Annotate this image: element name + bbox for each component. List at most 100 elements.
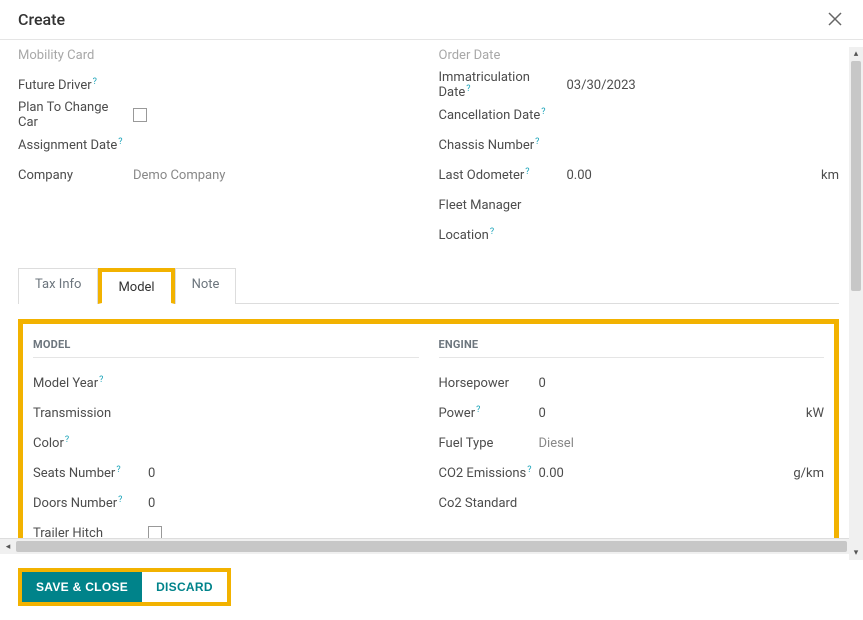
- tab-note[interactable]: Note: [175, 268, 237, 304]
- close-button[interactable]: [827, 11, 845, 29]
- help-icon[interactable]: ?: [99, 375, 103, 385]
- model-section: MODEL Model Year? Transmission Color?: [33, 338, 419, 538]
- order-date-label: Order Date: [439, 48, 554, 63]
- trailer-hitch-checkbox[interactable]: [148, 526, 162, 538]
- chassis-number-row: Chassis Number?: [439, 130, 840, 160]
- save-and-close-button[interactable]: Save & Close: [22, 572, 142, 602]
- model-tab-panel: MODEL Model Year? Transmission Color?: [18, 319, 839, 538]
- color-label: Color?: [33, 436, 148, 451]
- trailer-hitch-label: Trailer Hitch: [33, 526, 148, 539]
- scroll-down-icon[interactable]: ▾: [849, 546, 863, 560]
- co2-emissions-unit: g/km: [785, 466, 824, 481]
- plan-to-change-car-checkbox[interactable]: [133, 108, 147, 122]
- company-value[interactable]: Demo Company: [133, 168, 419, 183]
- co2-standard-label: Co2 Standard: [439, 496, 539, 511]
- footer-buttons: Save & Close Discard: [18, 568, 231, 606]
- help-icon[interactable]: ?: [118, 137, 122, 147]
- engine-section: ENGINE Horsepower 0 Power? 0 kW: [439, 338, 825, 538]
- last-odometer-label: Last Odometer?: [439, 168, 567, 183]
- engine-section-title: ENGINE: [439, 338, 825, 358]
- fleet-manager-row: Fleet Manager: [439, 190, 840, 220]
- cancellation-date-row: Cancellation Date?: [439, 100, 840, 130]
- help-icon[interactable]: ?: [527, 465, 531, 475]
- vertical-scrollbar-thumb[interactable]: [851, 61, 861, 291]
- help-icon[interactable]: ?: [466, 84, 470, 94]
- modal-header: Create: [0, 0, 863, 40]
- company-row: Company Demo Company: [18, 160, 419, 190]
- color-row: Color?: [33, 428, 419, 458]
- power-input[interactable]: 0: [539, 406, 546, 421]
- cancellation-date-label: Cancellation Date?: [439, 108, 567, 123]
- help-icon[interactable]: ?: [525, 167, 529, 177]
- help-icon[interactable]: ?: [65, 435, 69, 445]
- left-column: Mobility Card Future Driver? Plan To Cha…: [18, 40, 419, 250]
- assignment-date-row: Assignment Date?: [18, 130, 419, 160]
- last-odometer-row: Last Odometer? 0.00 km: [439, 160, 840, 190]
- chassis-number-label: Chassis Number?: [439, 138, 567, 153]
- co2-emissions-input[interactable]: 0.00: [539, 466, 564, 481]
- fuel-type-row: Fuel Type Diesel: [439, 428, 825, 458]
- future-driver-row: Future Driver?: [18, 70, 419, 100]
- doors-number-label: Doors Number?: [33, 496, 148, 511]
- create-modal: Create Mobility Card Future Driver?: [0, 0, 863, 620]
- help-icon[interactable]: ?: [541, 107, 545, 117]
- last-odometer-unit: km: [813, 168, 839, 183]
- transmission-row: Transmission: [33, 398, 419, 428]
- seats-number-input[interactable]: 0: [148, 466, 419, 481]
- mobility-card-row: Mobility Card: [18, 40, 419, 70]
- power-unit: kW: [798, 406, 824, 421]
- right-column: Order Date Immatriculation Date? 03/30/2…: [439, 40, 840, 250]
- tabs: Tax Info Model Note: [18, 268, 839, 304]
- immatriculation-date-label: Immatriculation Date?: [439, 70, 567, 100]
- tab-tax-info[interactable]: Tax Info: [18, 268, 98, 304]
- assignment-date-label: Assignment Date?: [18, 138, 133, 153]
- modal-footer: Save & Close Discard: [0, 554, 863, 620]
- location-label: Location?: [439, 228, 567, 243]
- help-icon[interactable]: ?: [476, 405, 480, 415]
- company-label: Company: [18, 168, 133, 183]
- help-icon[interactable]: ?: [118, 495, 122, 505]
- seats-number-label: Seats Number?: [33, 466, 148, 481]
- co2-emissions-label: CO2 Emissions?: [439, 466, 539, 481]
- power-row: Power? 0 kW: [439, 398, 825, 428]
- fuel-type-input[interactable]: Diesel: [539, 436, 825, 451]
- seats-number-row: Seats Number? 0: [33, 458, 419, 488]
- scrollbar-thumb[interactable]: [16, 541, 847, 552]
- horizontal-scrollbar[interactable]: ◂ ▸: [0, 538, 863, 554]
- help-icon[interactable]: ?: [535, 137, 539, 147]
- scroll-up-icon[interactable]: ▴: [849, 47, 863, 61]
- location-row: Location?: [439, 220, 840, 250]
- horsepower-label: Horsepower: [439, 376, 539, 391]
- trailer-hitch-row: Trailer Hitch: [33, 518, 419, 538]
- fleet-manager-label: Fleet Manager: [439, 198, 567, 213]
- model-year-row: Model Year?: [33, 368, 419, 398]
- immatriculation-date-input[interactable]: 03/30/2023: [567, 78, 840, 93]
- model-section-title: MODEL: [33, 338, 419, 358]
- discard-button[interactable]: Discard: [142, 572, 227, 602]
- co2-standard-row: Co2 Standard: [439, 488, 825, 518]
- order-date-row: Order Date: [439, 40, 840, 70]
- horsepower-input[interactable]: 0: [539, 376, 825, 391]
- power-label: Power?: [439, 406, 539, 421]
- mobility-card-label: Mobility Card: [18, 48, 133, 63]
- modal-title: Create: [18, 10, 65, 29]
- plan-to-change-car-label: Plan To Change Car: [18, 100, 133, 130]
- last-odometer-input[interactable]: 0.00: [567, 168, 592, 183]
- future-driver-label: Future Driver?: [18, 78, 133, 93]
- transmission-label: Transmission: [33, 406, 148, 421]
- tab-model[interactable]: Model: [98, 268, 174, 304]
- doors-number-row: Doors Number? 0: [33, 488, 419, 518]
- help-icon[interactable]: ?: [490, 227, 494, 237]
- vertical-scrollbar[interactable]: ▴ ▾: [849, 47, 863, 560]
- plan-to-change-car-row: Plan To Change Car: [18, 100, 419, 130]
- co2-emissions-row: CO2 Emissions? 0.00 g/km: [439, 458, 825, 488]
- help-icon[interactable]: ?: [93, 77, 97, 87]
- close-icon: [827, 11, 843, 27]
- scroll-left-icon[interactable]: ◂: [0, 539, 16, 554]
- doors-number-input[interactable]: 0: [148, 496, 419, 511]
- modal-body[interactable]: Mobility Card Future Driver? Plan To Cha…: [0, 40, 863, 538]
- immatriculation-date-row: Immatriculation Date? 03/30/2023: [439, 70, 840, 100]
- fuel-type-label: Fuel Type: [439, 436, 539, 451]
- help-icon[interactable]: ?: [116, 465, 120, 475]
- horsepower-row: Horsepower 0: [439, 368, 825, 398]
